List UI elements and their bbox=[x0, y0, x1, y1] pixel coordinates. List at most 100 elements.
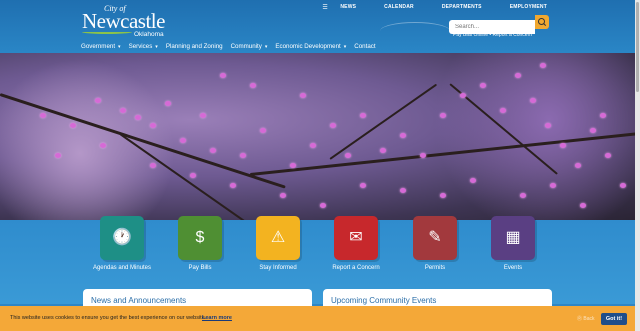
blossom bbox=[150, 163, 156, 168]
blossom bbox=[605, 153, 611, 158]
blossom bbox=[530, 98, 536, 103]
tile-report-concern[interactable]: ✉ Report a Concern bbox=[326, 216, 386, 271]
cookie-banner: This website uses cookies to ensure you … bbox=[0, 306, 635, 331]
nav-services[interactable]: Services ▾ bbox=[129, 43, 158, 50]
blossom bbox=[70, 123, 76, 128]
nav-planning[interactable]: Planning and Zoning bbox=[166, 43, 223, 50]
utility-nav: ☰ NEWS CALENDAR DEPARTMENTS EMPLOYMENT bbox=[322, 4, 547, 11]
tile-box: ✉ bbox=[334, 216, 378, 260]
blossom bbox=[200, 113, 206, 118]
site-header: City of Newcastle Oklahoma ☰ NEWS CALEND… bbox=[0, 0, 635, 53]
blossom bbox=[260, 128, 266, 133]
blossom bbox=[440, 193, 446, 198]
tile-label: Stay Informed bbox=[259, 265, 297, 271]
cookie-learn-more-link[interactable]: Learn more bbox=[202, 315, 232, 321]
page-scrollbar[interactable] bbox=[635, 0, 640, 331]
blossom bbox=[230, 183, 236, 188]
tile-label: Pay Bills bbox=[188, 265, 212, 271]
blossom bbox=[190, 173, 196, 178]
nav-label: Services bbox=[128, 43, 153, 50]
nav-label: Planning and Zoning bbox=[165, 43, 223, 50]
tile-events[interactable]: ▦ Events bbox=[483, 216, 543, 271]
cookie-accept-button[interactable]: Got it! bbox=[601, 313, 627, 325]
chevron-down-icon: ▾ bbox=[118, 43, 121, 50]
blossom bbox=[250, 83, 256, 88]
blossom bbox=[440, 113, 446, 118]
menu-icon[interactable]: ☰ bbox=[322, 4, 327, 11]
blossom bbox=[360, 113, 366, 118]
blossom bbox=[180, 138, 186, 143]
search-icon[interactable] bbox=[535, 15, 549, 29]
scrollbar-thumb[interactable] bbox=[636, 2, 639, 92]
blossom bbox=[120, 108, 126, 113]
tile-label: Agendas and Minutes bbox=[92, 265, 152, 271]
nav-calendar[interactable]: CALENDAR bbox=[384, 4, 414, 10]
blossom bbox=[575, 163, 581, 168]
decorative-wave bbox=[380, 22, 450, 40]
news-panel-title[interactable]: News and Announcements bbox=[91, 296, 186, 305]
tile-label: Events bbox=[503, 265, 523, 271]
nav-contact[interactable]: Contact bbox=[354, 43, 375, 50]
nav-label: Contact bbox=[354, 43, 376, 50]
blossom bbox=[540, 63, 546, 68]
nav-employment[interactable]: EMPLOYMENT bbox=[510, 4, 547, 10]
blossom bbox=[150, 123, 156, 128]
back-to-top-link[interactable]: Ⓡ Back bbox=[577, 315, 595, 322]
blossom bbox=[330, 123, 336, 128]
blossom bbox=[545, 123, 551, 128]
blossom bbox=[580, 203, 586, 208]
city-logo[interactable]: City of Newcastle Oklahoma bbox=[82, 4, 168, 38]
blossom bbox=[500, 108, 506, 113]
blossom bbox=[300, 93, 306, 98]
tile-agendas[interactable]: 🕐 Agendas and Minutes bbox=[92, 216, 152, 271]
blossom bbox=[550, 183, 556, 188]
cookie-message: This website uses cookies to ensure you … bbox=[10, 315, 207, 321]
blossom bbox=[590, 128, 596, 133]
calendar-icon: ▦ bbox=[505, 229, 521, 246]
blossom bbox=[345, 153, 351, 158]
blossom bbox=[360, 183, 366, 188]
blossom bbox=[400, 133, 406, 138]
nav-community[interactable]: Community ▾ bbox=[231, 43, 268, 50]
hero-bokeh bbox=[0, 53, 200, 220]
tile-pay-bills[interactable]: $ Pay Bills bbox=[170, 216, 230, 271]
dollar-icon: $ bbox=[195, 229, 205, 246]
logo-swoosh bbox=[82, 30, 132, 34]
blossom bbox=[220, 73, 226, 78]
blossom bbox=[135, 115, 141, 120]
tile-box: ✎ bbox=[413, 216, 457, 260]
blossom bbox=[280, 193, 286, 198]
nav-economic-development[interactable]: Economic Development ▾ bbox=[275, 43, 346, 50]
tile-box: $ bbox=[178, 216, 222, 260]
nav-news[interactable]: NEWS bbox=[340, 4, 356, 10]
hero-image bbox=[0, 53, 635, 220]
blossom bbox=[380, 148, 386, 153]
tile-stay-informed[interactable]: ⚠ Stay Informed bbox=[248, 216, 308, 271]
blossom bbox=[515, 73, 521, 78]
nav-departments[interactable]: DEPARTMENTS bbox=[442, 4, 482, 10]
blossom bbox=[320, 203, 326, 208]
header-quicklinks[interactable]: Pay Bills Online • Report a Concern bbox=[453, 32, 532, 38]
blossom bbox=[95, 98, 101, 103]
tile-box: 🕐 bbox=[100, 216, 144, 260]
tile-label: Report a Concern bbox=[332, 265, 380, 271]
blossom bbox=[55, 153, 61, 158]
blossom bbox=[480, 83, 486, 88]
blossom bbox=[460, 93, 466, 98]
blossom bbox=[100, 143, 106, 148]
blossom bbox=[600, 113, 606, 118]
warning-icon: ⚠ bbox=[270, 229, 286, 246]
blossom bbox=[620, 183, 626, 188]
blossom bbox=[470, 178, 476, 183]
nav-government[interactable]: Government ▾ bbox=[81, 43, 121, 50]
blossom bbox=[40, 113, 46, 118]
events-panel-title[interactable]: Upcoming Community Events bbox=[331, 296, 436, 305]
blossom bbox=[210, 148, 216, 153]
nav-label: Government bbox=[81, 43, 116, 50]
main-nav: Government ▾ Services ▾ Planning and Zonin… bbox=[81, 43, 384, 50]
nav-label: Community bbox=[230, 43, 262, 50]
blossom bbox=[310, 143, 316, 148]
chevron-down-icon: ▾ bbox=[264, 43, 268, 50]
tile-box: ▦ bbox=[491, 216, 535, 260]
tile-permits[interactable]: ✎ Permits bbox=[405, 216, 465, 271]
